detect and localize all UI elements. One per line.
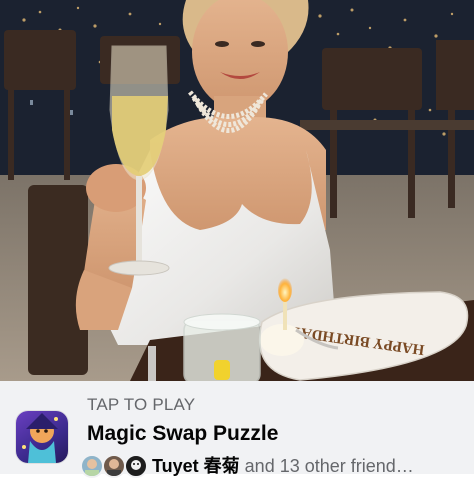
friend-avatar (124, 454, 148, 478)
friend-avatar (80, 454, 104, 478)
friend-name[interactable]: Tuyet 春菊 (152, 456, 240, 476)
friends-playing-row[interactable]: Tuyet 春菊 and 13 other friend… (80, 454, 474, 478)
other-friends-text: and 13 other friend… (239, 456, 414, 476)
tap-to-play-label[interactable]: TAP TO PLAY (87, 395, 195, 415)
post-photo[interactable]: HAPPY BIRTHDAY (0, 0, 474, 381)
photo-scene: HAPPY BIRTHDAY (0, 0, 474, 381)
game-artwork (22, 413, 58, 463)
game-title[interactable]: Magic Swap Puzzle (87, 421, 278, 447)
candle-flame (278, 278, 292, 302)
game-app-icon[interactable] (16, 411, 68, 463)
chair-back (28, 185, 88, 375)
water-glass (183, 313, 261, 381)
friend-avatar (102, 454, 126, 478)
